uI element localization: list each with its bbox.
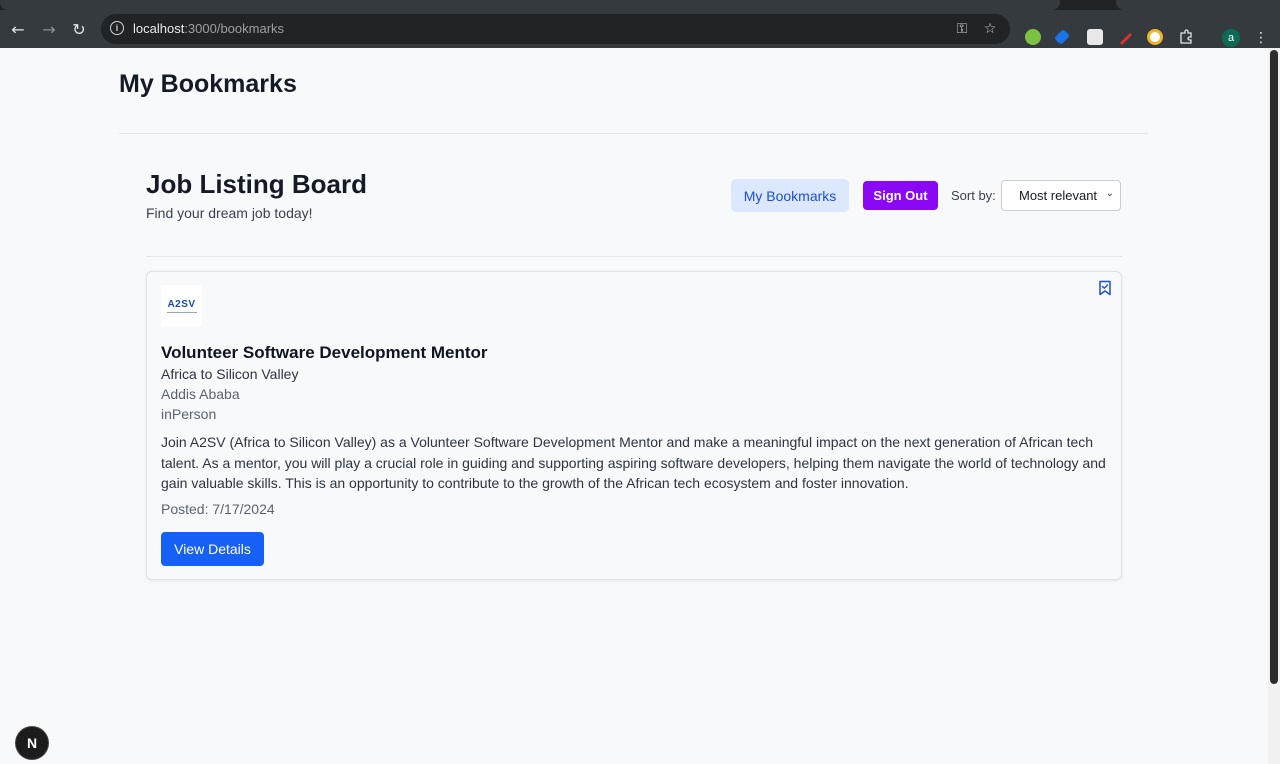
job-type: inPerson <box>161 406 217 422</box>
address-bar[interactable]: i localhost:3000/bookmarks ⚿ ☆ <box>101 14 1010 44</box>
job-company: Africa to Silicon Valley <box>161 366 299 382</box>
job-description: Join A2SV (Africa to Silicon Valley) as … <box>161 434 1106 491</box>
job-posted-date: Posted: 7/17/2024 <box>161 501 275 517</box>
profile-avatar[interactable]: a <box>1222 29 1240 47</box>
extension-pen-icon[interactable] <box>1118 29 1134 45</box>
extension-ring-icon[interactable] <box>1147 29 1163 45</box>
sort-label: Sort by: <box>951 188 996 203</box>
logo-underline <box>166 311 197 313</box>
page-content: My Bookmarks Job Listing Board Find your… <box>0 48 1268 764</box>
job-location: Addis Ababa <box>161 386 240 402</box>
sort-select[interactable]: Most relevant ⌄ <box>1001 180 1121 211</box>
extension-square-icon[interactable] <box>1087 29 1103 45</box>
scrollbar[interactable] <box>1268 48 1280 764</box>
extension-diamond-icon[interactable] <box>1054 29 1070 45</box>
url-host: localhost <box>133 21 185 36</box>
page-title: My Bookmarks <box>119 70 297 98</box>
tab[interactable] <box>1116 0 1280 10</box>
company-logo: A2SV <box>161 285 202 326</box>
board-title: Job Listing Board <box>146 169 367 199</box>
extensions-puzzle-icon[interactable] <box>1178 29 1194 45</box>
company-logo-text: A2SV <box>167 298 196 310</box>
my-bookmarks-button[interactable]: My Bookmarks <box>731 179 849 212</box>
url-text[interactable]: localhost:3000/bookmarks <box>133 21 284 36</box>
job-card[interactable]: A2SV Volunteer Software Development Ment… <box>146 271 1122 580</box>
bookmark-icon[interactable] <box>1098 280 1112 296</box>
nextjs-dev-badge[interactable]: N <box>16 727 48 759</box>
extension-green-icon[interactable] <box>1025 29 1041 45</box>
sort-select-value: Most relevant <box>1019 188 1098 203</box>
job-title[interactable]: Volunteer Software Development Mentor <box>161 343 488 363</box>
chevron-down-icon: ⌄ <box>1105 188 1114 199</box>
divider <box>146 256 1122 257</box>
forward-arrow-icon[interactable]: → <box>38 18 60 40</box>
sign-out-button[interactable]: Sign Out <box>863 181 938 210</box>
password-key-icon[interactable]: ⚿ <box>953 20 971 38</box>
browser-toolbar: ← → ↻ i localhost:3000/bookmarks ⚿ ☆ a ⋮ <box>0 10 1280 48</box>
divider <box>119 133 1148 134</box>
tab-strip <box>0 0 1280 10</box>
url-path: :3000/bookmarks <box>184 21 285 36</box>
view-details-button[interactable]: View Details <box>161 532 264 566</box>
menu-kebab-icon[interactable]: ⋮ <box>1250 28 1272 48</box>
reload-icon[interactable]: ↻ <box>68 18 90 40</box>
site-info-icon[interactable]: i <box>110 21 124 35</box>
back-arrow-icon[interactable]: ← <box>7 18 29 40</box>
bookmark-star-icon[interactable]: ☆ <box>981 20 999 38</box>
scrollbar-thumb[interactable] <box>1270 50 1278 684</box>
active-tab[interactable] <box>0 0 1060 10</box>
board-subtitle: Find your dream job today! <box>146 205 313 221</box>
